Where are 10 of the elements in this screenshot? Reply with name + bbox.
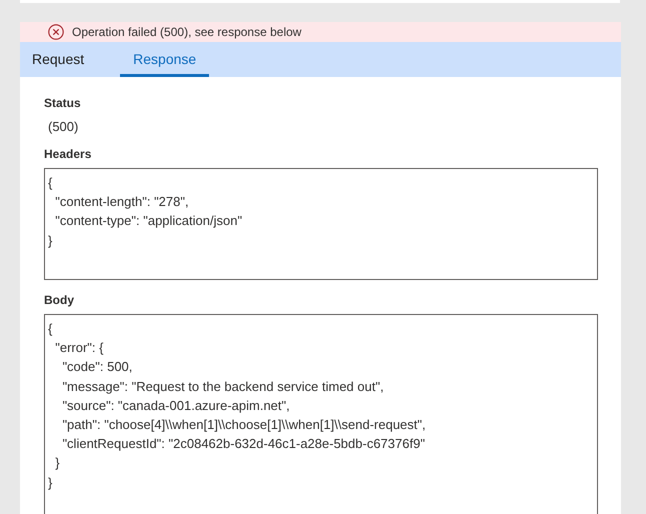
error-message: Operation failed (500), see response below — [72, 25, 302, 39]
body-field: { "error": { "code": 500, "message": "Request to the backend service timed out", "source": "canada-001.azure-apim.net", "path": "choose[4]\\when[1]\\choose[1]\\when[1]\\send-request", "clientRequestId": "2c08462b-632d-46c1-a28e-5bdb-c67376f9" } } — [44, 314, 598, 514]
error-icon — [48, 24, 64, 40]
status-value: (500) — [48, 119, 80, 134]
headers-field: { "content-length": "278", "content-type": "application/json" } — [44, 168, 598, 280]
section-label: Status — [44, 96, 82, 110]
tab[interactable]: Request — [22, 42, 94, 77]
section-label: Headers — [44, 147, 92, 161]
tab[interactable]: Response — [120, 42, 210, 77]
section-label: Body — [44, 293, 75, 307]
